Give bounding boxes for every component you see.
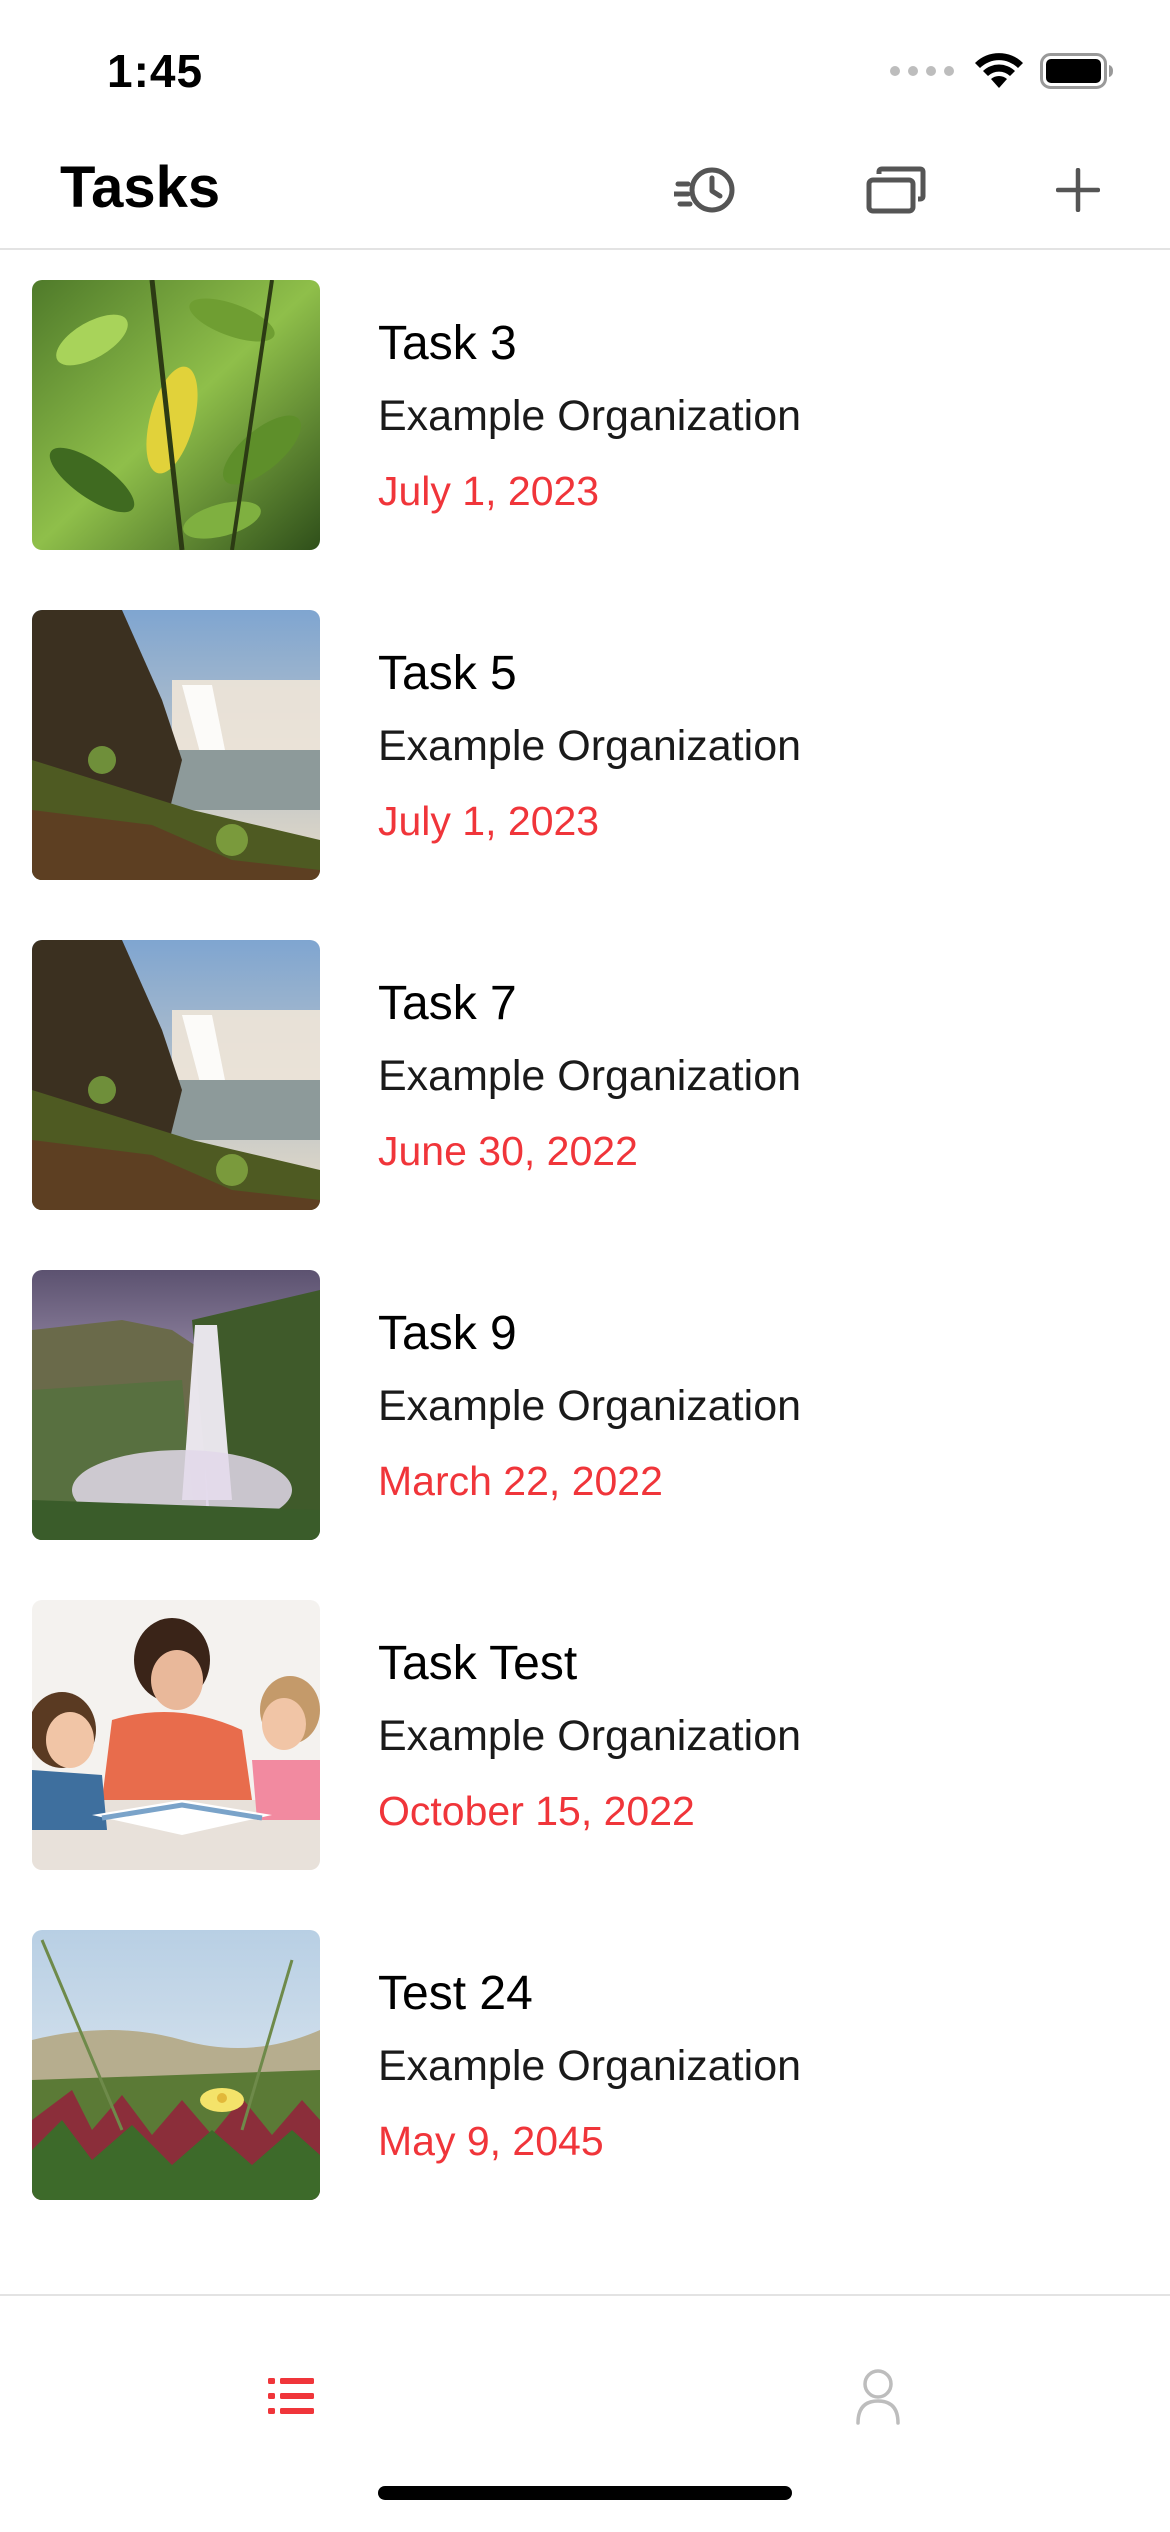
- task-title: Task 7: [378, 977, 517, 1030]
- task-organization: Example Organization: [378, 722, 802, 770]
- list-icon: [268, 2378, 314, 2414]
- cellular-signal-icon: [890, 66, 954, 76]
- task-title: Task 9: [378, 1307, 517, 1360]
- tab-profile[interactable]: [818, 2356, 938, 2436]
- task-date: July 1, 2023: [378, 468, 600, 514]
- task-date: July 1, 2023: [378, 798, 600, 844]
- status-icons: [890, 52, 1114, 90]
- task-row[interactable]: Task 5 Example Organization July 1, 2023: [0, 610, 1170, 940]
- task-date: May 9, 2045: [378, 2118, 604, 2164]
- task-thumbnail-leaves: [32, 280, 320, 550]
- task-thumbnail-waterfall-cliff: [32, 940, 320, 1210]
- task-row[interactable]: Task 9 Example Organization March 22, 20…: [0, 1270, 1170, 1600]
- person-icon: [856, 2369, 900, 2425]
- status-bar: 1:45: [0, 0, 1170, 140]
- plus-icon: [1056, 168, 1100, 212]
- task-organization: Example Organization: [378, 392, 802, 440]
- status-time: 1:45: [107, 45, 204, 97]
- home-indicator: [378, 2486, 792, 2500]
- task-title: Test 24: [378, 1967, 533, 2020]
- task-title: Task Test: [378, 1637, 578, 1690]
- task-row[interactable]: Test 24 Example Organization May 9, 2045: [0, 1930, 1170, 2260]
- nav-bar: Tasks: [0, 140, 1170, 250]
- task-organization: Example Organization: [378, 1052, 802, 1100]
- tab-tasks[interactable]: [232, 2356, 352, 2436]
- history-clock-icon: [674, 167, 735, 213]
- task-date: October 15, 2022: [378, 1788, 695, 1834]
- task-row[interactable]: Task Test Example Organization October 1…: [0, 1600, 1170, 1930]
- task-thumbnail-waterfall-cliff: [32, 610, 320, 880]
- history-button[interactable]: [668, 150, 748, 230]
- battery-icon: [1040, 53, 1113, 89]
- gallery-stack-icon: [866, 166, 926, 214]
- page-title: Tasks: [60, 155, 221, 220]
- task-organization: Example Organization: [378, 1712, 802, 1760]
- wifi-icon: [975, 53, 1023, 88]
- task-title: Task 5: [378, 647, 517, 700]
- task-row[interactable]: Task 3 Example Organization July 1, 2023: [0, 280, 1170, 610]
- task-list: Task 3 Example Organization July 1, 2023: [0, 280, 1170, 2260]
- gallery-button[interactable]: [856, 150, 936, 230]
- task-thumbnail-family-reading: [32, 1600, 320, 1870]
- task-date: June 30, 2022: [378, 1128, 638, 1174]
- task-organization: Example Organization: [378, 2042, 802, 2090]
- task-row[interactable]: Task 7 Example Organization June 30, 202…: [0, 940, 1170, 1270]
- task-title: Task 3: [378, 317, 517, 370]
- task-date: March 22, 2022: [378, 1458, 663, 1504]
- task-organization: Example Organization: [378, 1382, 802, 1430]
- task-thumbnail-dune-flowers: [32, 1930, 320, 2200]
- add-task-button[interactable]: [1038, 150, 1118, 230]
- task-thumbnail-misty-waterfall: [32, 1270, 320, 1540]
